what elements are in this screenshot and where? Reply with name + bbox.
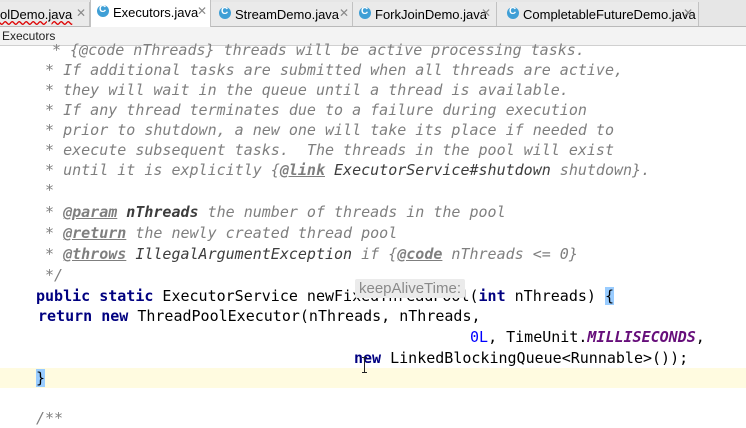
code-line: * until it is explicitly {@link Executor…	[0, 160, 746, 180]
keyword: public static	[36, 287, 154, 305]
close-icon[interactable]: ✕	[481, 6, 491, 20]
javadoc-text: shutdown}.	[550, 161, 651, 179]
close-icon[interactable]: ✕	[76, 6, 86, 20]
javadoc-text: * If additional tasks are submitted when…	[36, 61, 623, 79]
code-line: * If any thread terminates due to a fail…	[0, 100, 746, 120]
close-icon[interactable]: ✕	[683, 6, 693, 20]
tab-oldemo[interactable]: olDemo.java ✕	[0, 2, 90, 26]
javadoc-param-name: nThreads	[117, 203, 199, 221]
editor-tab-bar: olDemo.java ✕ Executors.java ✕ StreamDem…	[0, 0, 746, 27]
code-line: * {@code nThreads} threads will be activ…	[0, 40, 746, 60]
javadoc-text: *	[36, 203, 64, 221]
number-literal: 0L	[470, 328, 489, 346]
javadoc-text: *	[36, 181, 55, 199]
code-line: * prior to shutdown, a new one will take…	[0, 120, 746, 140]
tab-streamdemo[interactable]: StreamDemo.java ✕	[211, 2, 353, 26]
tab-label: CompletableFutureDemo.java	[523, 7, 696, 22]
javadoc-text: * If any thread terminates due to a fail…	[36, 101, 587, 119]
code-line: 0L, TimeUnit.MILLISECONDS,	[0, 327, 746, 347]
code-text: LinkedBlockingQueue<Runnable>());	[381, 349, 689, 367]
javadoc-exception-name: IllegalArgumentException	[126, 245, 353, 263]
code-line: * they will wait in the queue until a th…	[0, 80, 746, 100]
javadoc-text: the number of threads in the pool	[198, 203, 506, 221]
code-text: nThreads)	[505, 287, 605, 305]
javadoc-text: */	[36, 266, 64, 284]
code-line: new LinkedBlockingQueue<Runnable>());	[0, 348, 746, 368]
tab-forkjoindemo[interactable]: ForkJoinDemo.java ✕	[353, 2, 497, 26]
code-text: , TimeUnit.	[488, 328, 588, 346]
tab-completablefuturedemo[interactable]: CompletableFutureDemo.java ✕	[497, 2, 699, 26]
javadoc-text: *	[36, 245, 64, 263]
code-line: * @throws IllegalArgumentException if {@…	[0, 244, 746, 264]
code-line: * @return the newly created thread pool	[0, 223, 746, 243]
code-line: /**	[0, 408, 746, 428]
code-line: return new ThreadPoolExecutor(nThreads, …	[0, 306, 746, 326]
code-line: * If additional tasks are submitted when…	[0, 60, 746, 80]
javadoc-text: the newly created thread pool	[126, 224, 398, 242]
javadoc-text: * execute subsequent tasks. The threads …	[36, 141, 614, 159]
parameter-hint: keepAliveTime:	[355, 279, 465, 298]
class-file-icon	[219, 6, 231, 19]
javadoc-text: * prior to shutdown, a new one will take…	[36, 121, 614, 139]
javadoc-tag: @throws	[63, 245, 127, 263]
javadoc-tag: @param	[63, 203, 118, 221]
code-editor[interactable]: * {@code nThreads} threads will be activ…	[0, 41, 746, 427]
caret-line: }	[0, 368, 746, 388]
tab-label: olDemo.java	[0, 7, 73, 22]
class-file-icon	[97, 4, 109, 17]
close-icon[interactable]: ✕	[197, 4, 207, 18]
class-file-icon	[359, 6, 371, 19]
close-icon[interactable]: ✕	[339, 6, 349, 20]
javadoc-tag: @return	[63, 224, 127, 242]
tab-label: ForkJoinDemo.java	[375, 7, 487, 22]
matched-brace: }	[36, 369, 46, 387]
keyword: return new	[38, 307, 129, 325]
parameter-hint-label: keepAliveTime:	[359, 280, 461, 297]
text-cursor-icon	[362, 357, 368, 373]
tab-executors[interactable]: Executors.java ✕	[90, 0, 211, 27]
class-file-icon	[507, 6, 519, 19]
code-line: * @param nThreads the number of threads …	[0, 202, 746, 222]
matched-brace: {	[604, 287, 614, 305]
javadoc-text: * they will wait in the queue until a th…	[36, 81, 569, 99]
tab-label: Executors.java	[113, 5, 199, 20]
javadoc-text: * until it is explicitly {	[36, 161, 280, 179]
javadoc-text: * {@code nThreads} threads will be activ…	[52, 41, 585, 59]
javadoc-text: *	[36, 224, 64, 242]
javadoc-tag: @code	[397, 245, 443, 263]
javadoc-text: if {	[352, 245, 398, 263]
javadoc-text: /**	[36, 409, 64, 427]
javadoc-text: nThreads <= 0}	[442, 245, 578, 263]
code-line: *	[0, 180, 746, 200]
code-text: ThreadPoolExecutor(nThreads, nThreads,	[128, 307, 481, 325]
constant: MILLISECONDS	[587, 328, 696, 346]
javadoc-tag: @link	[279, 161, 325, 179]
javadoc-link-ref: ExecutorService#shutdown	[325, 161, 551, 179]
code-text: ,	[695, 328, 705, 346]
code-line: * execute subsequent tasks. The threads …	[0, 140, 746, 160]
keyword: int	[478, 287, 506, 305]
tab-label: StreamDemo.java	[235, 7, 340, 22]
